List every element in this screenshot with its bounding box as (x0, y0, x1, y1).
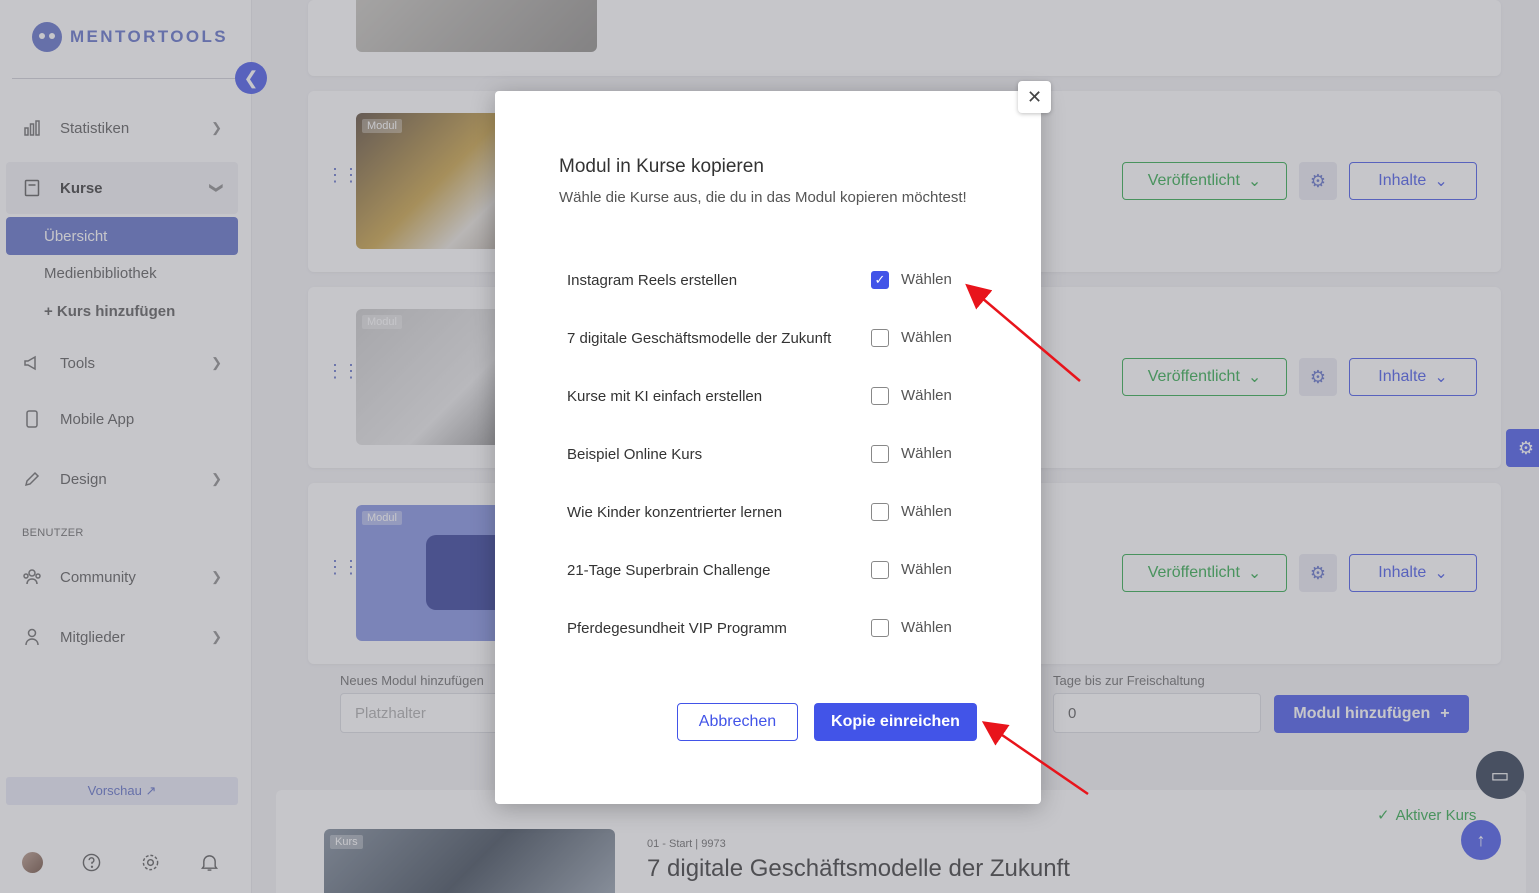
check-icon: ✓ (874, 272, 886, 287)
checkbox-label[interactable]: Wählen (901, 329, 952, 346)
cancel-button[interactable]: Abbrechen (677, 703, 798, 741)
course-checkbox[interactable]: ✓ (871, 271, 889, 289)
course-option-name: Pferdegesundheit VIP Programm (567, 620, 787, 637)
course-checkbox[interactable] (871, 561, 889, 579)
course-checkbox[interactable] (871, 445, 889, 463)
course-checkbox[interactable] (871, 329, 889, 347)
modal-title: Modul in Kurse kopieren (559, 156, 764, 177)
checkbox-label[interactable]: Wählen (901, 619, 952, 636)
checkbox-label[interactable]: Wählen (901, 445, 952, 462)
checkbox-label[interactable]: Wählen (901, 387, 952, 404)
course-option-name: 21-Tage Superbrain Challenge (567, 562, 771, 579)
checkbox-label[interactable]: Wählen (901, 503, 952, 520)
course-option-name: Beispiel Online Kurs (567, 446, 703, 463)
course-option-name: Instagram Reels erstellen (567, 272, 738, 289)
course-checkbox[interactable] (871, 387, 889, 405)
course-option-name: Wie Kinder konzentrierter lernen (567, 504, 783, 521)
checkbox-label[interactable]: Wählen (901, 271, 952, 288)
course-checkbox[interactable] (871, 619, 889, 637)
close-button[interactable]: ✕ (1018, 81, 1051, 113)
submit-copy-button[interactable]: Kopie einreichen (814, 703, 977, 741)
close-icon: ✕ (1026, 86, 1043, 107)
course-option-name: Kurse mit KI einfach erstellen (567, 388, 763, 405)
checkbox-label[interactable]: Wählen (901, 561, 952, 578)
course-option-name: 7 digitale Geschäftsmodelle der Zukunft (567, 330, 832, 347)
course-checkbox[interactable] (871, 503, 889, 521)
modal-subtitle: Wähle die Kurse aus, die du in das Modul… (559, 189, 967, 206)
